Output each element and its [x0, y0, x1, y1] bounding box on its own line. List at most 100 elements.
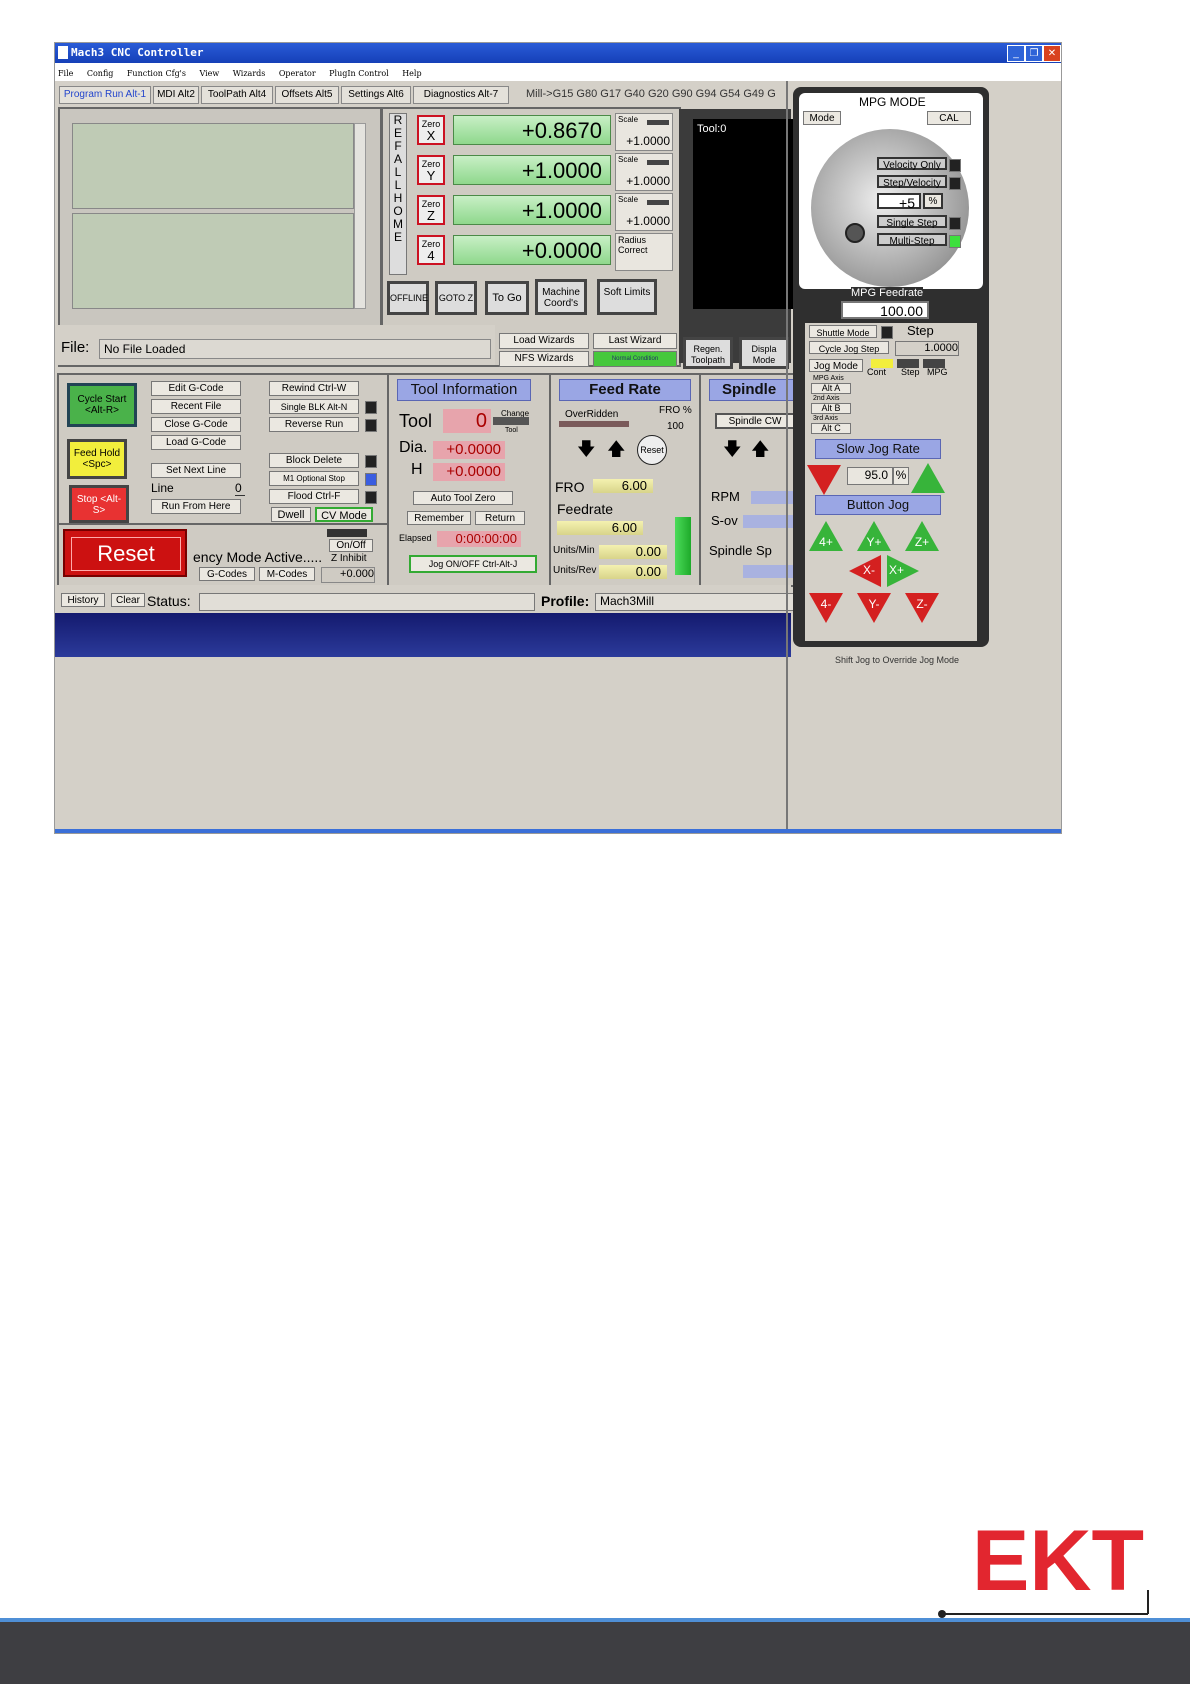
mcodes-button[interactable]: M-Codes: [259, 567, 315, 581]
mpg-step-value[interactable]: +5: [877, 193, 921, 211]
h-value[interactable]: +0.0000: [433, 463, 505, 481]
tool-number[interactable]: 0: [443, 409, 491, 433]
display-mode-button[interactable]: Displa Mode: [739, 337, 789, 369]
file-field[interactable]: No File Loaded: [99, 339, 491, 359]
tab-settings[interactable]: Settings Alt6: [341, 86, 411, 104]
clear-button[interactable]: Clear: [111, 593, 145, 607]
menu-function-cfg[interactable]: Function Cfg's: [127, 69, 186, 78]
slow-jog-up-icon[interactable]: [911, 463, 945, 493]
spindle-cw-button[interactable]: Spindle CW: [715, 413, 795, 429]
close-gcode-button[interactable]: Close G-Code: [151, 417, 241, 432]
mpg-feedrate-value[interactable]: 100.00: [841, 301, 929, 319]
scale-x[interactable]: Scale +1.0000: [615, 113, 673, 151]
radius-correct[interactable]: Radius Correct: [615, 233, 673, 271]
gcodes-button[interactable]: G-Codes: [199, 567, 255, 581]
goto-z-button[interactable]: GOTO Z: [435, 281, 477, 315]
reverse-run-button[interactable]: Reverse Run: [269, 417, 359, 432]
dro-4[interactable]: +0.0000: [453, 235, 611, 265]
mpg-cal-button[interactable]: CAL: [927, 111, 971, 125]
feed-up-icon[interactable]: 🡅: [607, 437, 626, 467]
tab-toolpath[interactable]: ToolPath Alt4: [201, 86, 273, 104]
soft-limits-button[interactable]: Soft Limits: [597, 279, 657, 315]
nfs-wizards-button[interactable]: NFS Wizards: [499, 351, 589, 367]
recent-file-button[interactable]: Recent File: [151, 399, 241, 414]
velocity-only-button[interactable]: Velocity Only: [877, 157, 947, 171]
scale-z[interactable]: Scale +1.0000: [615, 193, 673, 231]
m1-optional-stop-button[interactable]: M1 Optional Stop: [269, 471, 359, 486]
change-tool-button[interactable]: [493, 417, 529, 425]
jog-mode-button[interactable]: Jog Mode: [809, 359, 863, 372]
run-from-here-button[interactable]: Run From Here: [151, 499, 241, 514]
menu-plugin-control[interactable]: PlugIn Control: [329, 69, 389, 78]
machine-coords-button[interactable]: Machine Coord's: [535, 279, 587, 315]
dro-x[interactable]: +0.8670: [453, 115, 611, 145]
ref-all-home-button[interactable]: R E F A L L H O M E: [389, 113, 407, 275]
mpg-dial-knob[interactable]: [845, 223, 865, 243]
feed-reset-button[interactable]: Reset: [637, 435, 667, 465]
dia-value[interactable]: +0.0000: [433, 441, 505, 459]
slow-jog-down-icon[interactable]: [807, 465, 841, 495]
tab-mdi[interactable]: MDI Alt2: [153, 86, 199, 104]
z-inhibit-onoff-button[interactable]: On/Off: [329, 539, 373, 552]
block-delete-button[interactable]: Block Delete: [269, 453, 359, 468]
feedrate-value[interactable]: 6.00: [557, 521, 643, 535]
return-button[interactable]: Return: [475, 511, 525, 525]
multi-step-button[interactable]: Multi-Step: [877, 233, 947, 247]
tab-diagnostics[interactable]: Diagnostics Alt-7: [413, 86, 509, 104]
menu-wizards[interactable]: Wizards: [233, 69, 266, 78]
alt-b-button[interactable]: Alt B: [811, 403, 851, 414]
menu-file[interactable]: File: [58, 69, 73, 78]
menu-view[interactable]: View: [199, 69, 219, 78]
menu-config[interactable]: Config: [87, 69, 114, 78]
offline-button[interactable]: OFFLINE: [387, 281, 429, 315]
tab-program-run[interactable]: Program Run Alt-1: [59, 86, 151, 104]
alt-c-button[interactable]: Alt C: [811, 423, 851, 434]
mpg-mode-button[interactable]: Mode: [803, 111, 841, 125]
menu-help[interactable]: Help: [402, 69, 421, 78]
slow-jog-value[interactable]: 95.0: [847, 467, 893, 485]
toolpath-display[interactable]: Tool:0: [693, 119, 793, 309]
flood-button[interactable]: Flood Ctrl-F: [269, 489, 359, 504]
single-blk-button[interactable]: Single BLK Alt-N: [269, 399, 359, 414]
feed-down-icon[interactable]: 🡇: [577, 437, 596, 467]
zero-z-button[interactable]: Zero Z: [417, 195, 445, 225]
auto-tool-zero-button[interactable]: Auto Tool Zero: [413, 491, 513, 505]
close-button[interactable]: ✕: [1043, 45, 1061, 62]
last-wizard-button[interactable]: Last Wizard: [593, 333, 677, 349]
single-step-button[interactable]: Single Step: [877, 215, 947, 229]
menu-operator[interactable]: Operator: [279, 69, 316, 78]
zero-x-button[interactable]: Zero X: [417, 115, 445, 145]
load-gcode-button[interactable]: Load G-Code: [151, 435, 241, 450]
restore-button[interactable]: ❐: [1025, 45, 1043, 62]
zero-y-button[interactable]: Zero Y: [417, 155, 445, 185]
remember-button[interactable]: Remember: [407, 511, 471, 525]
cycle-start-button[interactable]: Cycle Start <Alt-R>: [67, 383, 137, 427]
regen-toolpath-button[interactable]: Regen. Toolpath: [683, 337, 733, 369]
step-velocity-button[interactable]: Step/Velocity: [877, 175, 947, 189]
tab-offsets[interactable]: Offsets Alt5: [275, 86, 339, 104]
rewind-button[interactable]: Rewind Ctrl-W: [269, 381, 359, 396]
alt-a-button[interactable]: Alt A: [811, 383, 851, 394]
to-go-button[interactable]: To Go: [485, 281, 529, 315]
cycle-jog-value[interactable]: 1.0000: [895, 341, 959, 356]
zero-4-button[interactable]: Zero 4: [417, 235, 445, 265]
cycle-jog-step-button[interactable]: Cycle Jog Step: [809, 341, 889, 354]
fro-value[interactable]: 6.00: [593, 479, 653, 493]
jog-onoff-button[interactable]: Jog ON/OFF Ctrl-Alt-J: [409, 555, 537, 573]
spindle-up-icon[interactable]: 🡅: [751, 437, 770, 467]
dro-y[interactable]: +1.0000: [453, 155, 611, 185]
stop-button[interactable]: Stop <Alt-S>: [69, 485, 129, 523]
edit-gcode-button[interactable]: Edit G-Code: [151, 381, 241, 396]
load-wizards-button[interactable]: Load Wizards: [499, 333, 589, 349]
scale-y[interactable]: Scale +1.0000: [615, 153, 673, 191]
reset-button[interactable]: Reset: [71, 537, 181, 571]
shuttle-mode-button[interactable]: Shuttle Mode: [809, 325, 877, 338]
minimize-button[interactable]: _: [1007, 45, 1025, 62]
z-inhibit-value[interactable]: +0.000: [321, 567, 375, 583]
scrollbar[interactable]: [354, 123, 366, 309]
spindle-down-icon[interactable]: 🡇: [723, 437, 742, 467]
feed-hold-button[interactable]: Feed Hold <Spc>: [67, 439, 127, 479]
history-button[interactable]: History: [61, 593, 105, 607]
dro-z[interactable]: +1.0000: [453, 195, 611, 225]
set-next-line-button[interactable]: Set Next Line: [151, 463, 241, 478]
